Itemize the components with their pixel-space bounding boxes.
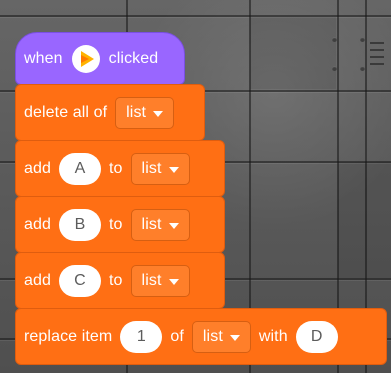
list-dropdown[interactable]: list xyxy=(130,208,190,241)
add-label: add xyxy=(24,271,51,289)
chevron-down-icon xyxy=(229,334,240,341)
list-dropdown-label: list xyxy=(141,215,162,233)
list-dropdown-label: list xyxy=(141,271,162,289)
list-dropdown[interactable]: list xyxy=(191,320,251,353)
chevron-down-icon xyxy=(153,110,164,117)
to-label: to xyxy=(109,271,123,289)
list-dropdown[interactable]: list xyxy=(130,264,190,297)
index-input-text: 1 xyxy=(136,327,146,345)
of-label: of xyxy=(170,327,184,345)
clicked-label: clicked xyxy=(108,49,159,67)
when-label: when xyxy=(24,49,63,67)
with-label: with xyxy=(258,327,288,345)
replace-item-block[interactable]: replace item 1 of list with D xyxy=(15,308,387,365)
value-input-text: B xyxy=(74,215,86,233)
workspace-background: when clicked delete all of list add A to… xyxy=(0,0,391,373)
value-input-text: A xyxy=(74,159,86,177)
value-input[interactable]: A xyxy=(59,152,101,185)
value-input-text: C xyxy=(74,271,86,289)
add-label: add xyxy=(24,215,51,233)
when-flag-clicked-block[interactable]: when clicked xyxy=(15,32,185,85)
value-input[interactable]: C xyxy=(59,264,101,297)
list-dropdown-label: list xyxy=(126,103,147,121)
chevron-down-icon xyxy=(168,278,179,285)
add-item-block[interactable]: add B to list xyxy=(15,196,225,253)
list-dropdown-label: list xyxy=(202,327,223,345)
value-input[interactable]: D xyxy=(295,320,338,353)
value-input-text: D xyxy=(310,327,323,345)
list-dropdown-label: list xyxy=(141,159,162,177)
chevron-down-icon xyxy=(168,222,179,229)
to-label: to xyxy=(109,215,123,233)
list-dropdown[interactable]: list xyxy=(115,96,175,129)
index-input[interactable]: 1 xyxy=(120,320,163,353)
chevron-down-icon xyxy=(168,166,179,173)
list-dropdown[interactable]: list xyxy=(130,152,190,185)
add-label: add xyxy=(24,159,51,177)
add-item-block[interactable]: add A to list xyxy=(15,140,225,197)
green-flag-icon xyxy=(71,44,101,74)
code-script[interactable]: when clicked delete all of list add A to… xyxy=(15,32,387,370)
delete-all-block[interactable]: delete all of list xyxy=(15,84,205,141)
replace-item-label: replace item xyxy=(24,327,113,345)
value-input[interactable]: B xyxy=(59,208,101,241)
delete-all-label: delete all of xyxy=(24,103,108,121)
add-item-block[interactable]: add C to list xyxy=(15,252,225,309)
to-label: to xyxy=(109,159,123,177)
